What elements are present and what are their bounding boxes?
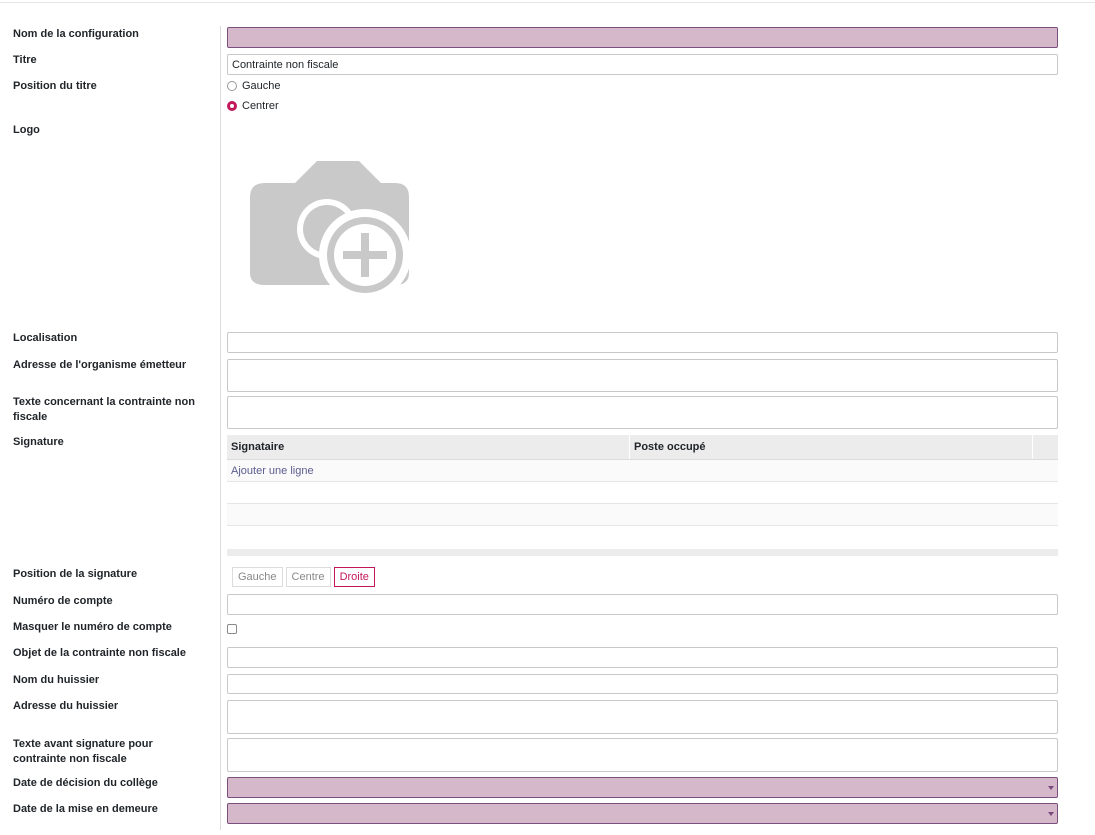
radio-centrer-dot[interactable]: [227, 101, 237, 111]
date-mise-demeure-input[interactable]: [227, 803, 1058, 824]
date-mise-demeure-chevron-down-icon[interactable]: [1048, 812, 1054, 816]
date-decision-input[interactable]: [227, 777, 1058, 798]
signature-table-header: Signataire Poste occupé: [227, 435, 1058, 460]
label-nom-huissier: Nom du huissier: [13, 674, 100, 686]
top-divider: [0, 2, 1095, 3]
radio-gauche-dot[interactable]: [227, 81, 237, 91]
localisation-input[interactable]: [227, 332, 1058, 353]
column-actions: [1033, 435, 1058, 459]
label-date-mise-demeure: Date de la mise en demeure: [13, 803, 158, 815]
objet-contrainte-input[interactable]: [227, 647, 1058, 668]
label-texte-avant-signature: Texte avant signature pour contrainte no…: [13, 738, 153, 765]
label-adresse-huissier: Adresse du huissier: [13, 700, 119, 712]
signature-centre-button[interactable]: Centre: [285, 567, 331, 587]
table-row: Ajouter une ligne: [227, 460, 1058, 482]
label-adresse-organisme: Adresse de l'organisme émetteur: [13, 359, 187, 371]
label-date-decision: Date de décision du collège: [13, 777, 158, 789]
titre-input[interactable]: [227, 54, 1058, 75]
label-masquer-numero: Masquer le numéro de compte: [13, 621, 172, 633]
label-texte-contrainte: Texte concernant la contrainte non fisca…: [13, 396, 195, 423]
texte-avant-signature-textarea[interactable]: [227, 738, 1058, 772]
nom-configuration-input[interactable]: [227, 27, 1058, 48]
label-localisation: Localisation: [13, 332, 78, 344]
adresse-huissier-textarea[interactable]: [227, 700, 1058, 734]
signature-droite-button[interactable]: Droite: [333, 567, 375, 587]
label-objet-contrainte: Objet de la contrainte non fiscale: [13, 647, 186, 659]
table-row: [227, 526, 1058, 548]
label-position-titre: Position du titre: [13, 80, 97, 92]
signature-table: Signataire Poste occupé Ajouter une lign…: [227, 435, 1058, 548]
label-titre: Titre: [13, 54, 37, 66]
column-poste-occupe[interactable]: Poste occupé: [630, 435, 1033, 459]
radio-gauche-label: Gauche: [242, 80, 281, 92]
label-position-signature: Position de la signature: [13, 568, 138, 580]
texte-contrainte-textarea[interactable]: [227, 396, 1058, 429]
radio-centrer[interactable]: Centrer: [227, 100, 279, 112]
camera-add-icon[interactable]: [245, 155, 415, 305]
position-signature-toggle: Gauche Centre Droite: [232, 567, 375, 587]
numero-compte-input[interactable]: [227, 594, 1058, 615]
signature-table-footer: [227, 549, 1058, 556]
nom-huissier-input[interactable]: [227, 674, 1058, 694]
label-numero-compte: Numéro de compte: [13, 595, 113, 607]
radio-gauche[interactable]: Gauche: [227, 80, 281, 92]
signature-gauche-button[interactable]: Gauche: [232, 567, 283, 587]
label-logo: Logo: [13, 124, 40, 136]
column-signataire[interactable]: Signataire: [227, 435, 630, 459]
label-nom-configuration: Nom de la configuration: [13, 28, 139, 40]
masquer-numero-checkbox[interactable]: [227, 624, 237, 634]
adresse-organisme-textarea[interactable]: [227, 359, 1058, 392]
table-row: [227, 482, 1058, 504]
label-column-divider: [220, 26, 221, 830]
label-signature: Signature: [13, 436, 64, 448]
add-line-link[interactable]: Ajouter une ligne: [227, 460, 1058, 482]
radio-centrer-label: Centrer: [242, 100, 279, 112]
table-row: [227, 504, 1058, 526]
date-decision-chevron-down-icon[interactable]: [1048, 786, 1054, 790]
